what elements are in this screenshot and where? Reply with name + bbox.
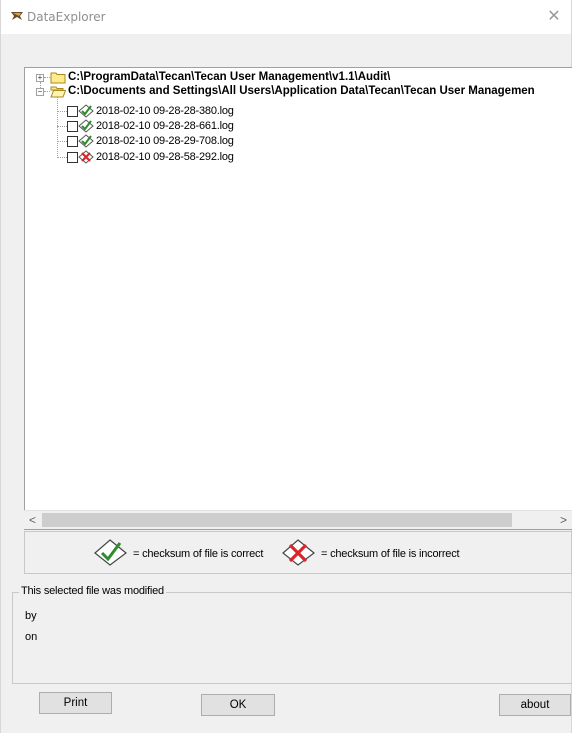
file-tree[interactable]: + C:\ProgramData\Tecan\Tecan User Manage… (24, 67, 572, 530)
file-checkbox[interactable] (67, 106, 78, 117)
checksum-legend: = checksum of file is correct = checksum… (24, 531, 572, 574)
file-checkbox[interactable] (67, 152, 78, 163)
scroll-right-icon[interactable]: > (555, 511, 572, 529)
modified-on-label: on (25, 631, 38, 643)
title-bar: DataExplorer ✕ (1, 0, 571, 34)
tree-file-item[interactable]: 2018-02-10 09-28-58-292.log (25, 150, 325, 165)
tree-root-label: C:\ProgramData\Tecan\Tecan User Manageme… (68, 71, 391, 83)
file-name: 2018-02-10 09-28-28-661.log (96, 120, 234, 132)
collapse-toggle[interactable]: − (36, 88, 44, 96)
file-checkbox[interactable] (67, 121, 78, 132)
checksum-correct-icon (78, 134, 94, 148)
checksum-correct-icon (78, 104, 94, 118)
tree-file-item[interactable]: 2018-02-10 09-28-28-661.log (25, 119, 325, 134)
modified-info-group: This selected file was modified by on (12, 585, 572, 684)
tree-root-documents[interactable]: − C:\Documents and Settings\All Users\Ap… (25, 84, 570, 99)
horizontal-scrollbar[interactable]: < > (24, 510, 572, 529)
expand-toggle[interactable]: + (36, 74, 44, 82)
file-name: 2018-02-10 09-28-29-708.log (96, 135, 234, 147)
tree-file-item[interactable]: 2018-02-10 09-28-28-380.log (25, 104, 325, 119)
folder-closed-icon (50, 72, 66, 84)
legend-correct-text: = checksum of file is correct (133, 548, 264, 560)
app-icon (11, 12, 23, 20)
tree-file-item[interactable]: 2018-02-10 09-28-29-708.log (25, 134, 325, 149)
checksum-incorrect-icon (78, 150, 94, 164)
file-name: 2018-02-10 09-28-28-380.log (96, 105, 234, 117)
data-explorer-window: DataExplorer ✕ + C:\ProgramData\Tecan\Te… (0, 0, 572, 733)
about-button[interactable]: about (499, 694, 571, 716)
checksum-correct-icon (78, 119, 94, 133)
checksum-incorrect-icon (282, 539, 315, 566)
close-icon: ✕ (547, 8, 561, 25)
folder-open-icon (50, 86, 66, 98)
window-title: DataExplorer (27, 10, 106, 24)
tree-root-audit[interactable]: + C:\ProgramData\Tecan\Tecan User Manage… (25, 70, 570, 85)
ok-button[interactable]: OK (201, 694, 275, 716)
close-button[interactable]: ✕ (543, 6, 565, 28)
tree-root-label: C:\Documents and Settings\All Users\Appl… (68, 85, 535, 97)
legend-incorrect-text: = checksum of file is incorrect (321, 548, 460, 560)
print-button[interactable]: Print (39, 692, 112, 714)
file-checkbox[interactable] (67, 136, 78, 147)
checksum-correct-icon (94, 539, 127, 566)
scroll-left-icon[interactable]: < (24, 511, 41, 529)
group-title: This selected file was modified (19, 585, 166, 597)
file-name: 2018-02-10 09-28-58-292.log (96, 151, 234, 163)
modified-by-label: by (25, 610, 37, 622)
scrollbar-thumb[interactable] (42, 513, 512, 527)
